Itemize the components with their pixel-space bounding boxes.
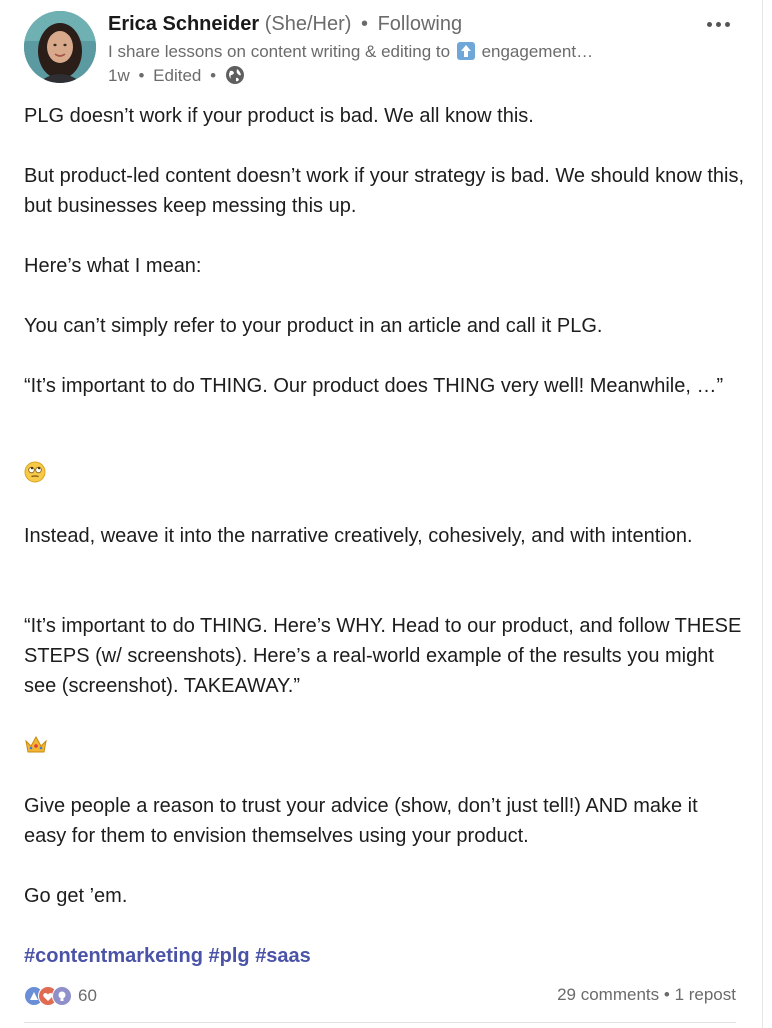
post-paragraph: “It’s important to do THING. Here’s WHY.…	[24, 615, 742, 697]
separator-dot: •	[361, 13, 369, 35]
post-paragraph: “It’s important to do THING. Our product…	[24, 375, 724, 397]
post-paragraph: PLG doesn’t work if your product is bad.…	[24, 105, 534, 127]
author-line: Erica Schneider (She/Her) • Following	[108, 13, 462, 39]
dot-icon	[715, 21, 721, 27]
edited-label: Edited	[153, 66, 202, 85]
post-paragraph: Go get ’em.	[24, 885, 128, 907]
post-paragraph: Here’s what I mean:	[24, 255, 202, 277]
social-counts: 29 comments • 1 repost	[557, 985, 736, 1005]
author-name[interactable]: Erica Schneider	[108, 13, 259, 35]
dot-icon	[724, 21, 730, 27]
post-paragraph: Give people a reason to trust your advic…	[24, 795, 698, 847]
insightful-icon	[52, 986, 72, 1006]
follow-status[interactable]: Following	[378, 13, 462, 35]
comments-count[interactable]: 29 comments	[557, 985, 659, 1004]
hashtag-link[interactable]: #saas	[255, 945, 311, 967]
eye-roll-emoji-icon	[24, 461, 744, 492]
post-paragraph: Instead, weave it into the narrative cre…	[24, 525, 693, 547]
dot-icon	[706, 21, 712, 27]
post-paragraph: But product-led content doesn’t work if …	[24, 165, 744, 217]
divider	[24, 1022, 736, 1023]
separator-dot: •	[210, 66, 217, 85]
post-card: Erica Schneider (She/Her) • Following I …	[0, 0, 763, 1028]
author-avatar[interactable]	[24, 11, 96, 83]
author-headline: I share lessons on content writing & edi…	[108, 42, 593, 62]
post-time[interactable]: 1w	[108, 66, 130, 85]
post-paragraph: You can’t simply refer to your product i…	[24, 315, 603, 337]
author-pronouns: (She/Her)	[264, 13, 352, 35]
more-options-button[interactable]	[700, 13, 736, 35]
globe-icon	[225, 65, 245, 90]
hashtag-link[interactable]: #contentmarketing	[24, 945, 203, 967]
reaction-count[interactable]: 60	[78, 986, 97, 1006]
headline-text-end: engagement…	[481, 42, 594, 61]
up-arrow-icon	[456, 42, 475, 60]
crown-emoji-icon	[24, 733, 744, 764]
hashtag-link[interactable]: #plg	[209, 945, 250, 967]
headline-text-start: I share lessons on content writing & edi…	[108, 42, 451, 61]
post-meta: 1w • Edited •	[108, 65, 245, 90]
separator-dot: •	[663, 985, 675, 1004]
hashtag-list: #contentmarketing #plg #saas	[24, 941, 311, 971]
reposts-count[interactable]: 1 repost	[675, 985, 736, 1004]
reactions-summary[interactable]: 60	[24, 983, 97, 1009]
separator-dot: •	[138, 66, 145, 85]
